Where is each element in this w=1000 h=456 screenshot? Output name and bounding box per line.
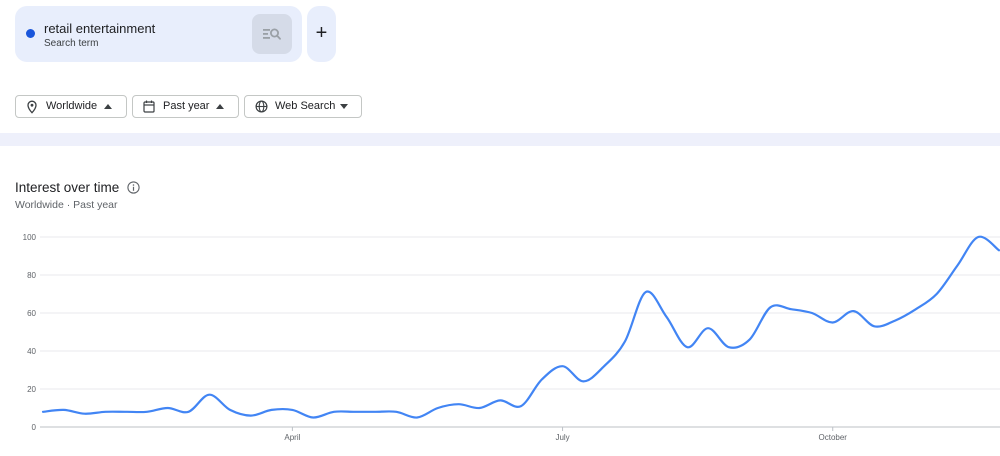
data-point[interactable] [578,376,588,386]
data-point[interactable] [474,403,484,413]
chart-title: Interest over time [15,180,120,195]
data-point[interactable] [703,323,713,333]
caret-down-icon [340,104,348,109]
time-filter[interactable]: Past year [132,95,239,118]
data-point[interactable] [890,316,900,326]
data-point[interactable] [661,312,671,322]
series-line [41,235,1000,419]
y-tick-label: 20 [27,385,36,394]
data-point[interactable] [142,407,152,417]
globe-icon [255,100,268,113]
data-point[interactable] [558,361,568,371]
data-point[interactable] [599,361,609,371]
region-filter[interactable]: Worldwide [15,95,127,118]
chart-subtitle: Worldwide · Past year [15,199,118,211]
data-point[interactable] [911,304,921,314]
x-tick-label: April [284,433,300,442]
y-axis-labels: 0 20 40 60 80 100 [23,233,37,432]
data-point[interactable] [973,232,983,242]
info-icon[interactable] [127,181,140,194]
calendar-icon [143,100,155,113]
property-filter-label: Web Search [275,100,336,112]
property-filter[interactable]: Web Search [244,95,362,118]
time-filter-label: Past year [163,100,210,112]
search-term-name: retail entertainment [44,21,156,36]
y-tick-label: 80 [27,271,36,280]
data-point[interactable] [495,395,505,405]
data-point[interactable] [828,318,838,328]
y-tick-label: 0 [32,423,37,432]
caret-up-icon [104,104,112,109]
data-point[interactable] [620,337,630,347]
x-axis-labels: April July October [284,427,847,442]
data-point[interactable] [80,409,90,419]
series-line-layer [41,235,1000,419]
data-point[interactable] [786,304,796,314]
data-point[interactable] [537,375,547,385]
data-point[interactable] [932,289,942,299]
search-term-subtitle: Search term [44,38,99,49]
region-filter-label: Worldwide [46,100,98,112]
data-point[interactable] [412,413,422,423]
y-tick-label: 40 [27,347,36,356]
data-point[interactable] [121,407,131,417]
data-point[interactable] [350,407,360,417]
x-tick-label: July [555,433,569,442]
data-point[interactable] [225,405,235,415]
data-point[interactable] [682,342,692,352]
data-points [38,232,1000,423]
data-point[interactable] [952,261,962,271]
data-point[interactable] [516,401,526,411]
section-divider [0,133,1000,146]
search-compare-button[interactable] [252,14,292,54]
y-tick-label: 100 [23,233,37,242]
term-color-dot [26,29,35,38]
chart-gridlines [40,236,1000,428]
data-point[interactable] [308,413,318,423]
data-point[interactable] [246,411,256,421]
data-point[interactable] [100,407,110,417]
add-term-button[interactable]: + [307,6,336,62]
y-tick-label: 60 [27,309,36,318]
data-point[interactable] [163,403,173,413]
data-point[interactable] [454,399,464,409]
data-point[interactable] [641,287,651,297]
data-point[interactable] [329,407,339,417]
search-compare-icon [263,28,281,40]
data-point[interactable] [371,407,381,417]
interest-over-time-chart: 0 20 40 60 80 100 April July October [23,232,1000,442]
caret-up-icon [216,104,224,109]
location-pin-icon [27,100,37,114]
data-point[interactable] [765,302,775,312]
data-point[interactable] [869,321,879,331]
data-point[interactable] [287,405,297,415]
data-point[interactable] [433,403,443,413]
x-tick-label: October [819,433,848,442]
data-point[interactable] [59,405,69,415]
data-point[interactable] [38,407,48,417]
search-term-card[interactable]: retail entertainment Search term [15,6,302,62]
data-point[interactable] [204,390,214,400]
data-point[interactable] [849,306,859,316]
data-point[interactable] [745,335,755,345]
data-point[interactable] [391,407,401,417]
data-point[interactable] [807,308,817,318]
data-point[interactable] [183,407,193,417]
data-point[interactable] [724,342,734,352]
data-point[interactable] [267,405,277,415]
